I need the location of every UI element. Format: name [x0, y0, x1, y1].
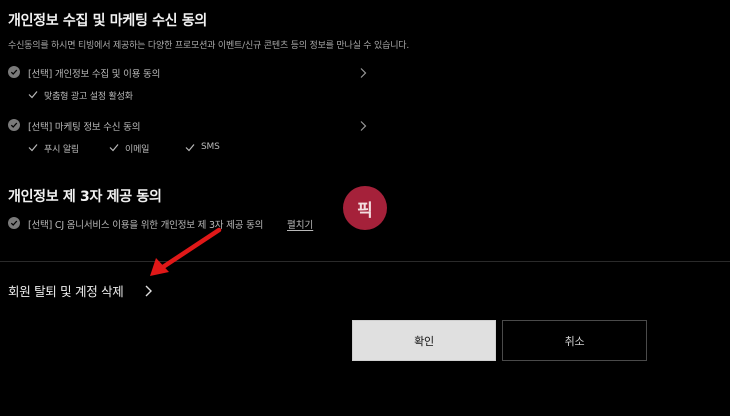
sub-option-push[interactable]: 푸시 알림 [28, 142, 108, 156]
watermark-logo: 픽 [343, 186, 387, 230]
checkmark-icon [28, 91, 38, 99]
sub-option-sms[interactable]: SMS [185, 142, 245, 156]
consent-item-label: [선택] 마케팅 정보 수신 동의 [28, 122, 141, 133]
cancel-button[interactable]: 취소 [502, 320, 647, 361]
marketing-section-title: 개인정보 수집 및 마케팅 수신 동의 [8, 13, 207, 29]
sub-option-email[interactable]: 이메일 [109, 142, 179, 156]
sub-option-label: 푸시 알림 [44, 145, 79, 155]
watermark-text: 픽 [357, 200, 373, 221]
chevron-right-icon[interactable] [358, 67, 368, 79]
withdraw-label: 회원 탈퇴 및 계정 삭제 [8, 284, 124, 299]
divider [0, 261, 730, 262]
expand-link[interactable]: 펼치기 [287, 217, 313, 231]
checkmark-icon [109, 144, 119, 152]
checkmark-icon [185, 144, 195, 152]
third-party-section-title: 개인정보 제 3자 제공 동의 [8, 189, 162, 205]
sub-option-label: SMS [201, 142, 220, 152]
sub-option-label: 맞춤형 광고 설정 활성화 [44, 92, 133, 102]
checkmark-icon [28, 144, 38, 152]
withdraw-account-link[interactable]: 회원 탈퇴 및 계정 삭제 [8, 281, 168, 301]
confirm-button[interactable]: 확인 [352, 320, 496, 361]
sub-option-custom-ads[interactable]: 맞춤형 광고 설정 활성화 [28, 89, 228, 103]
chevron-right-icon[interactable] [358, 120, 368, 132]
red-arrow-annotation [150, 227, 222, 276]
sub-option-label: 이메일 [125, 145, 150, 155]
check-circle-icon[interactable] [8, 66, 20, 78]
consent-item-marketing[interactable]: [선택] 마케팅 정보 수신 동의 [8, 118, 368, 134]
check-circle-icon[interactable] [8, 119, 20, 131]
consent-item-personal-info[interactable]: [선택] 개인정보 수집 및 이용 동의 [8, 65, 368, 81]
marketing-description: 수신동의를 하시면 티빙에서 제공하는 다양한 프로모션과 이벤트/신규 콘텐츠… [8, 41, 410, 51]
consent-item-label: [선택] 개인정보 수집 및 이용 동의 [28, 69, 161, 80]
chevron-right-icon [145, 285, 152, 297]
check-circle-icon[interactable] [8, 217, 20, 229]
